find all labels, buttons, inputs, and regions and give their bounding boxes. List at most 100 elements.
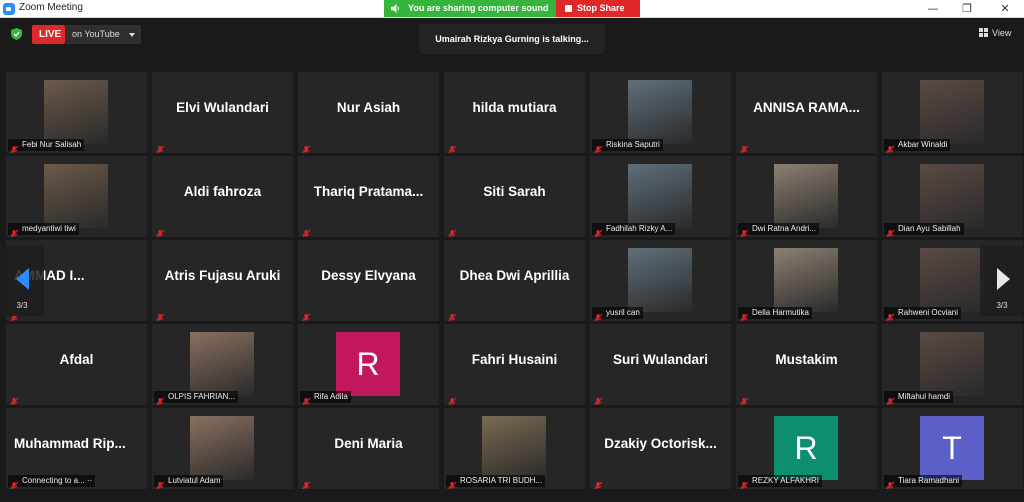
muted-mic-icon [301, 392, 311, 405]
participant-tile[interactable]: Fahri Husaini [444, 324, 585, 405]
participant-tile[interactable]: Della Harmutika [736, 240, 877, 321]
participant-label-text: Rifa Adila [314, 392, 348, 401]
participant-tile[interactable]: Dhea Dwi Aprillia [444, 240, 585, 321]
participant-label-text: Fadhilah Rizky A... [606, 224, 673, 233]
muted-mic-icon [9, 224, 19, 237]
participant-name: Aldi fahroza [183, 184, 262, 199]
participant-tile[interactable]: ANNISA RAMA... [736, 72, 877, 153]
minimize-button[interactable]: — [917, 0, 949, 18]
zoom-app-icon [3, 3, 15, 15]
live-badge: LIVE [32, 25, 65, 44]
participant-tile[interactable]: Mustakim [736, 324, 877, 405]
muted-mic-icon [739, 308, 749, 321]
participant-video [920, 80, 984, 144]
participant-video [920, 248, 984, 312]
participant-tile[interactable]: Akbar Winaldi [882, 72, 1023, 153]
muted-mic-icon [9, 140, 19, 153]
participant-tile[interactable]: Riskina Saputri [590, 72, 731, 153]
participant-video [628, 164, 692, 228]
participant-video [190, 416, 254, 480]
participant-label: Connecting to a... ·· [8, 475, 96, 487]
participant-video [920, 164, 984, 228]
participant-tile[interactable]: Dwi Ratna Andri... [736, 156, 877, 237]
view-label: View [992, 28, 1012, 38]
participant-tile[interactable]: Atris Fujasu Aruki [152, 240, 293, 321]
participant-label: Tiara Ramadhani [884, 475, 963, 487]
participant-video [190, 332, 254, 396]
participant-label-text: REZKY ALFAKHRI [752, 476, 819, 485]
security-shield-icon[interactable] [11, 28, 22, 40]
muted-mic-icon [447, 140, 457, 153]
muted-mic-icon [155, 308, 165, 321]
view-button[interactable]: View [976, 25, 1022, 41]
participant-name: Siti Sarah [483, 184, 546, 199]
window-title: Zoom Meeting [19, 2, 83, 13]
stop-share-button[interactable]: Stop Share [556, 0, 640, 17]
participant-tile[interactable]: Muhammad Rip... Connecting to a... ·· [6, 408, 147, 489]
participant-tile[interactable]: Nur Asiah [298, 72, 439, 153]
participant-video [774, 248, 838, 312]
muted-mic-icon [301, 140, 311, 153]
participant-name: Suri Wulandari [612, 352, 708, 367]
maximize-button[interactable]: ❐ [951, 0, 983, 18]
muted-mic-icon [885, 224, 895, 237]
participant-tile[interactable]: Aldi fahroza [152, 156, 293, 237]
muted-mic-icon [593, 224, 603, 237]
participant-tile[interactable]: Afdal [6, 324, 147, 405]
muted-mic-icon [885, 140, 895, 153]
participant-tile[interactable]: Miftahul hamdi [882, 324, 1023, 405]
participant-video [628, 80, 692, 144]
share-status-bar: You are sharing computer sound Stop Shar… [384, 0, 640, 17]
participant-tile[interactable]: T Tiara Ramadhani [882, 408, 1023, 489]
participant-label-text: medyantiwi tiwi [22, 224, 76, 233]
live-platform-label: on YouTube [72, 29, 120, 39]
participant-tile[interactable]: Thariq Pratama... [298, 156, 439, 237]
muted-mic-icon [739, 140, 749, 153]
participant-label-text: Dian Ayu Sabillah [898, 224, 961, 233]
participant-name: Mustakim [775, 352, 838, 367]
participant-tile[interactable]: OLPIS FAHRIAN... [152, 324, 293, 405]
live-platform-dropdown[interactable]: on YouTube [65, 25, 141, 44]
muted-mic-icon [447, 308, 457, 321]
participant-tile[interactable]: Lutviatul Adam [152, 408, 293, 489]
participant-tile[interactable]: Siti Sarah [444, 156, 585, 237]
stop-share-label: Stop Share [577, 3, 625, 13]
muted-mic-icon [447, 476, 457, 489]
participant-name: Dhea Dwi Aprillia [459, 268, 570, 283]
participant-tile[interactable]: R REZKY ALFAKHRI [736, 408, 877, 489]
participant-label-text: Della Harmutika [752, 308, 809, 317]
participant-name: Dzakiy Octorisk... [604, 436, 717, 451]
participant-tile[interactable]: hilda mutiara [444, 72, 585, 153]
participant-tile[interactable]: Dian Ayu Sabillah [882, 156, 1023, 237]
muted-mic-icon [739, 224, 749, 237]
sharing-status-text: You are sharing computer sound [408, 3, 549, 13]
previous-page-button[interactable]: 3/3 [0, 246, 44, 316]
participant-video [44, 80, 108, 144]
participant-label-text: yusril can [606, 308, 640, 317]
participant-tile[interactable]: yusril can [590, 240, 731, 321]
participant-tile[interactable]: Suri Wulandari [590, 324, 731, 405]
participant-tile[interactable]: medyantiwi tiwi [6, 156, 147, 237]
arrow-left-icon [16, 268, 29, 290]
participant-label-text: Riskina Saputri [606, 140, 660, 149]
arrow-right-icon [997, 268, 1010, 290]
grid-view-icon [979, 28, 988, 37]
close-button[interactable]: ✕ [989, 0, 1021, 18]
participant-tile[interactable]: Deni Maria [298, 408, 439, 489]
participant-name: Dessy Elvyana [321, 268, 416, 283]
participant-tile[interactable]: Fadhilah Rizky A... [590, 156, 731, 237]
meeting-top-bar: LIVE on YouTube Umairah Rizkya Gurning i… [0, 18, 1024, 70]
participant-label-text: Rahweni Ocviani [898, 308, 959, 317]
participant-avatar: T [920, 416, 984, 480]
participant-label-text: Dwi Ratna Andri... [752, 224, 817, 233]
participant-name: Afdal [59, 352, 94, 367]
participant-tile[interactable]: Febi Nur Salisah [6, 72, 147, 153]
participant-label-text: Tiara Ramadhani [898, 476, 960, 485]
participant-name: Atris Fujasu Aruki [164, 268, 281, 283]
participant-tile[interactable]: Dessy Elvyana [298, 240, 439, 321]
next-page-button[interactable]: 3/3 [980, 246, 1024, 316]
participant-tile[interactable]: R Rifa Adila [298, 324, 439, 405]
participant-tile[interactable]: ROSARIA TRI BUDH... [444, 408, 585, 489]
participant-tile[interactable]: Dzakiy Octorisk... [590, 408, 731, 489]
participant-tile[interactable]: Elvi Wulandari [152, 72, 293, 153]
